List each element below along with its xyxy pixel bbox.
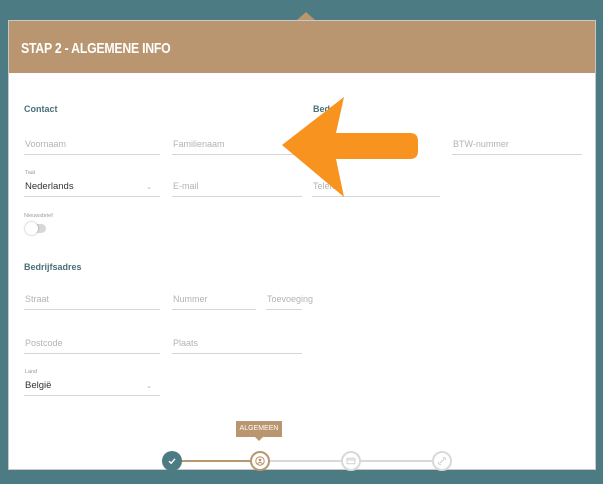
taal-label: Taal: [25, 170, 36, 176]
voornaam-placeholder: Voornaam: [25, 139, 67, 149]
section-contact-label: Contact: [24, 104, 58, 114]
plaats-field[interactable]: Plaats: [172, 336, 302, 354]
familienaam-placeholder: Familienaam: [173, 139, 225, 149]
step-card: STAP 2 - ALGEMENE INFO: [8, 20, 596, 470]
toevoeging-field[interactable]: Toevoeging: [266, 292, 313, 310]
btw-nummer-placeholder: BTW-nummer: [453, 139, 509, 149]
plaats-placeholder: Plaats: [173, 338, 199, 348]
user-icon: [255, 456, 265, 466]
step-header: STAP 2 - ALGEMENE INFO: [9, 21, 595, 73]
email-placeholder: E-mail: [173, 181, 199, 191]
step-progress-line: [180, 460, 260, 462]
link-icon: [438, 457, 446, 465]
step-confirm[interactable]: [432, 451, 452, 471]
toevoeging-placeholder: Toevoeging: [267, 294, 314, 304]
voornaam-field[interactable]: Voornaam: [24, 137, 160, 155]
card-icon: [346, 457, 356, 465]
land-select[interactable]: Land België ⌄: [24, 369, 160, 396]
chevron-down-icon: ⌄: [146, 383, 152, 390]
header-notch: [297, 12, 315, 20]
toggle-knob: [25, 222, 38, 235]
postcode-placeholder: Postcode: [25, 338, 63, 348]
nummer-field[interactable]: Nummer: [172, 292, 256, 310]
step-completed[interactable]: [162, 451, 182, 471]
straat-placeholder: Straat: [25, 294, 50, 304]
page-title: STAP 2 - ALGEMENE INFO: [21, 40, 171, 57]
land-label: Land: [25, 369, 38, 375]
section-bedrijfsadres-label: Bedrijfsadres: [24, 262, 82, 272]
nieuwsbrief-label: Nieuwsbrief: [24, 213, 53, 219]
straat-field[interactable]: Straat: [24, 292, 160, 310]
postcode-field[interactable]: Postcode: [24, 336, 160, 354]
annotation-arrow-icon: [282, 97, 418, 197]
taal-value: Nederlands: [25, 181, 74, 192]
taal-select[interactable]: Taal Nederlands ⌄: [24, 170, 160, 197]
chevron-down-icon: ⌄: [146, 184, 152, 191]
check-icon: [168, 458, 176, 465]
step-payment[interactable]: [341, 451, 361, 471]
step-algemeen[interactable]: [250, 451, 270, 471]
land-value: België: [25, 380, 52, 391]
btw-nummer-field[interactable]: BTW-nummer: [452, 137, 582, 155]
nummer-placeholder: Nummer: [173, 294, 208, 304]
active-step-tooltip: ALGEMEEN: [236, 421, 282, 441]
nieuwsbrief-toggle[interactable]: [25, 222, 46, 235]
